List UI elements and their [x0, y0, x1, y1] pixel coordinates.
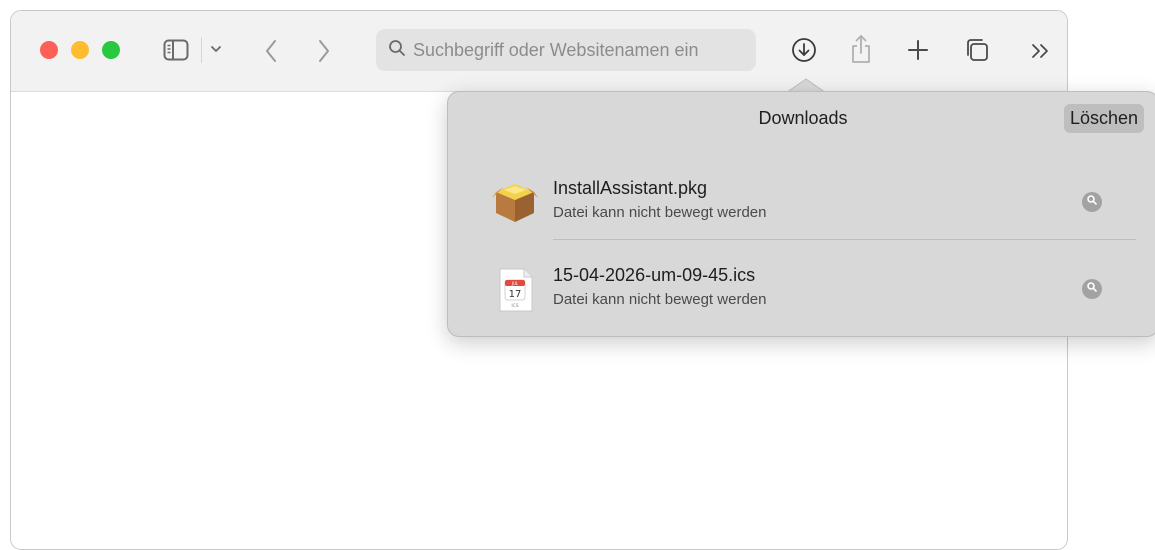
tabs-overview-icon [964, 37, 990, 63]
sidebar-menu-button[interactable] [209, 42, 223, 56]
downloads-button[interactable] [790, 36, 818, 64]
show-in-finder-button[interactable] [1082, 279, 1102, 299]
forward-arrow-icon [317, 39, 331, 63]
plus-icon [907, 39, 929, 61]
back-arrow-icon [264, 39, 278, 63]
item-divider [553, 239, 1136, 240]
new-tab-button[interactable] [906, 38, 930, 62]
calendar-day-text: 17 [509, 289, 522, 300]
show-in-finder-button[interactable] [1082, 192, 1102, 212]
popover-title: Downloads [758, 108, 848, 128]
back-button[interactable] [261, 37, 281, 65]
download-file-name: 15-04-2026-um-09-45.ics [553, 265, 756, 285]
download-status: Datei kann nicht bewegt werden [553, 291, 767, 308]
tab-overview-button[interactable] [963, 36, 991, 64]
clear-downloads-button[interactable]: Löschen [1063, 104, 1144, 133]
search-icon [376, 39, 406, 62]
share-button[interactable] [849, 33, 873, 65]
address-bar[interactable] [376, 29, 756, 71]
magnifier-icon [1086, 280, 1098, 298]
share-icon [850, 34, 872, 64]
overflow-chevrons-icon [1030, 43, 1050, 59]
chevron-down-icon [210, 45, 222, 53]
download-item[interactable]: InstallAssistant.pkg Datei kann nicht be… [448, 168, 1155, 238]
close-window-button[interactable] [40, 41, 58, 59]
search-input[interactable] [413, 39, 753, 61]
calendar-file-icon: JUL 17 ICS [490, 265, 540, 315]
zoom-window-button[interactable] [102, 41, 120, 59]
toolbar [11, 11, 1067, 92]
download-status: Datei kann nicht bewegt werden [553, 204, 767, 221]
sidebar-icon [163, 39, 189, 61]
minimize-window-button[interactable] [71, 41, 89, 59]
toolbar-separator [201, 37, 202, 63]
package-icon [490, 178, 540, 228]
download-file-name: InstallAssistant.pkg [553, 178, 708, 198]
calendar-month-text: JUL [511, 281, 519, 286]
downloads-popover: Downloads Löschen InstallAssistant.pkg D… [447, 91, 1155, 337]
magnifier-icon [1086, 193, 1098, 211]
download-item[interactable]: JUL 17 ICS 15-04-2026-um-09-45.ics Datei… [448, 255, 1155, 325]
download-icon [791, 37, 817, 63]
sidebar-toggle-button[interactable] [162, 38, 190, 62]
file-extension-text: ICS [511, 303, 518, 309]
more-toolbar-items-button[interactable] [1029, 42, 1051, 60]
forward-button[interactable] [314, 37, 334, 65]
